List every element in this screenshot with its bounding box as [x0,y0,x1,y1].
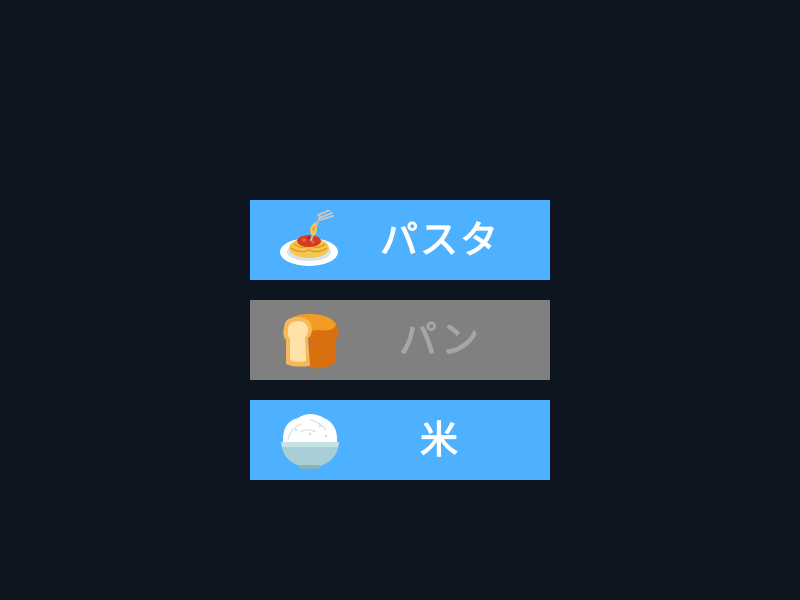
rice-label: 米 [419,418,460,462]
menu-screen: パスタ パン 米 [0,0,800,600]
rice-button[interactable]: 米 [250,400,550,480]
pasta-button[interactable]: パスタ [250,200,550,280]
pasta-label: パスタ [379,218,500,262]
bread-button[interactable]: パン [250,300,550,380]
bread-label: パン [399,318,481,362]
